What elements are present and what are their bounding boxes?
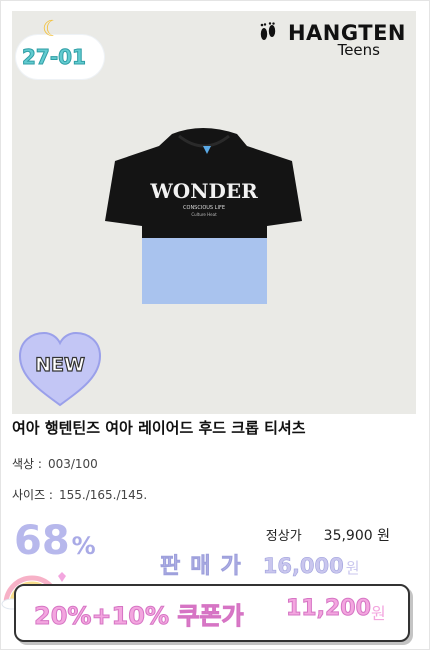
color-label: 색상 : — [12, 457, 42, 471]
product-code: 27-01 — [22, 45, 87, 70]
size-option: 사이즈 : 155./165./145. — [12, 486, 147, 503]
discount-rate: 68% — [14, 518, 96, 564]
sale-price-amount: 16,000 — [262, 554, 344, 579]
product-code-badge: ☾ 27-01 — [16, 17, 108, 81]
coupon-price-label: 20%+10% 쿠폰가 — [34, 602, 245, 631]
color-value: 003/100 — [47, 457, 98, 471]
footprints-icon — [260, 22, 276, 40]
shirt-print-line1: CONSCIOUS LIFE — [183, 205, 225, 211]
shirt-print-line2: Culture Heat — [191, 212, 217, 217]
product-card[interactable]: ☾ 27-01 HANGTEN Teens WONDER CONSCIOUS L… — [0, 0, 430, 650]
new-label: NEW — [35, 354, 85, 376]
new-heart-badge: NEW — [18, 331, 102, 407]
product-title[interactable]: 여아 행텐틴즈 여아 레이어드 후드 크롭 티셔츠 — [12, 417, 306, 438]
coupon-price-amount: 11,200 — [286, 596, 372, 622]
color-option: 색상 : 003/100 — [12, 455, 98, 472]
sale-price-label: 판매가 — [160, 554, 251, 580]
discount-value: 68 — [14, 518, 70, 564]
sale-price: 판매가 16,000 원 — [160, 548, 360, 580]
coupon-price-unit: 원 — [371, 604, 386, 623]
size-value: 155./165./145. — [58, 488, 148, 502]
brand-logo: HANGTEN Teens — [257, 21, 406, 59]
regular-price-label: 정상가 — [265, 529, 302, 544]
regular-price: 정상가 35,900 원 — [266, 525, 390, 545]
coupon-price-box[interactable]: 20%+10% 쿠폰가 11,200 원 — [14, 584, 410, 642]
regular-price-amount: 35,900 원 — [323, 528, 390, 544]
sale-price-unit: 원 — [345, 559, 360, 577]
shirt-print-main: WONDER — [149, 179, 258, 203]
discount-suffix: % — [71, 532, 96, 560]
size-label: 사이즈 : — [12, 488, 53, 502]
crescent-moon-icon: ☾ — [42, 17, 62, 42]
t-shirt-illustration: WONDER CONSCIOUS LIFE Culture Heat — [105, 128, 302, 304]
product-image[interactable]: ☾ 27-01 HANGTEN Teens WONDER CONSCIOUS L… — [12, 11, 416, 414]
